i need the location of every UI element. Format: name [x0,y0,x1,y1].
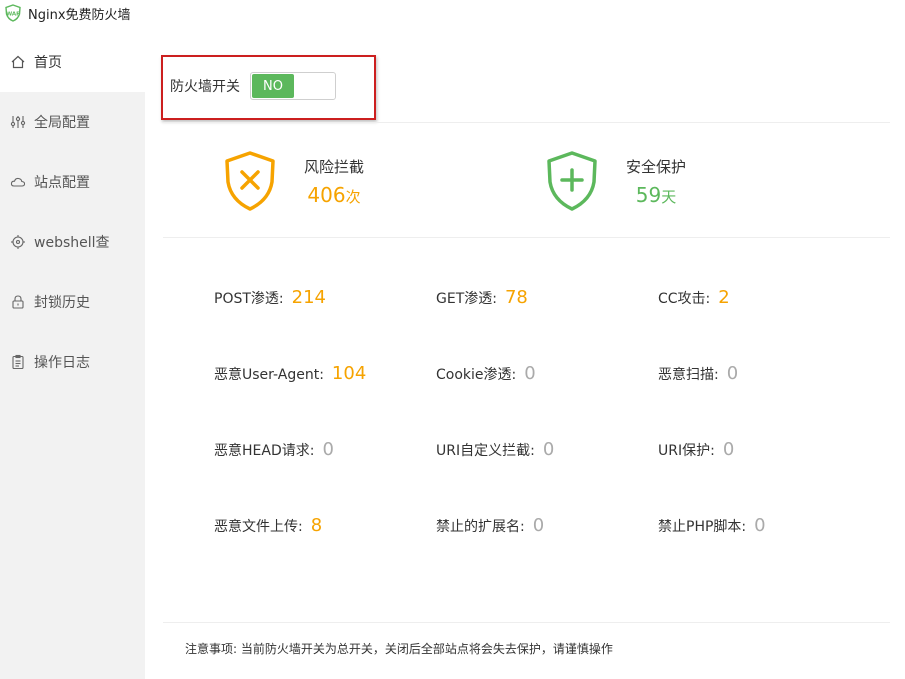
metric-value: 0 [542,439,555,460]
metric-head: 恶意HEAD请求: 0 [214,439,334,460]
metric-cc: CC攻击: 2 [658,287,730,308]
sidebar-item-label: webshell查 [34,235,110,251]
metric-label: URI保护: [658,443,715,459]
metric-uri-protect: URI保护: 0 [658,439,734,460]
sidebar-item-label: 站点配置 [34,175,90,191]
metric-upload: 恶意文件上传: 8 [214,515,322,536]
metric-value: 0 [532,515,545,536]
sidebar: 首页 全局配置 站点配置 webshell查 封锁历史 操作日志 [0,32,145,679]
metric-value: 0 [524,363,536,384]
metric-value: 2 [718,287,730,308]
metric-value: 0 [754,515,766,536]
sidebar-item-label: 全局配置 [34,115,90,131]
logo-text: WAF [6,12,20,18]
metric-value: 0 [322,439,334,460]
metric-label: GET渗透: [436,291,497,307]
firewall-switch-label: 防火墙开关 [170,79,240,95]
sidebar-item-site-config[interactable]: 站点配置 [0,152,145,212]
metric-label: 恶意文件上传: [214,519,303,535]
lock-icon [10,294,26,310]
risk-unit: 次 [345,187,361,206]
shield-x-icon [225,151,275,211]
app-title: Nginx免费防火墙 [28,7,131,23]
warning-note: 注意事项: 当前防火墙开关为总开关，关闭后全部站点将会失去保护，请谨慎操作 [185,642,613,656]
metric-get: GET渗透: 78 [436,287,528,308]
metric-user-agent: 恶意User-Agent: 104 [214,363,366,384]
metric-value: 0 [726,363,739,384]
safe-days: 59 [635,182,662,207]
metric-label: 禁止PHP脚本: [658,519,747,535]
metric-label: 禁止的扩展名: [436,519,525,535]
waf-shield-logo: WAF [5,4,21,22]
firewall-toggle[interactable]: NO [250,72,336,100]
risk-intercept-card: 风险拦截 406次 [222,150,364,212]
metric-label: CC攻击: [658,291,711,307]
safe-unit: 天 [661,187,677,206]
metric-label: 恶意HEAD请求: [214,443,315,459]
divider [163,122,890,123]
metric-post: POST渗透: 214 [214,287,326,308]
risk-count: 406 [307,182,346,207]
title-bar: WAF Nginx免费防火墙 [0,0,905,26]
home-icon [10,54,26,70]
metric-cookie: Cookie渗透: 0 [436,363,536,384]
metric-extension: 禁止的扩展名: 0 [436,515,544,536]
sidebar-item-label: 操作日志 [34,355,90,371]
sidebar-item-label: 首页 [34,55,62,71]
metric-scan: 恶意扫描: 0 [658,363,738,384]
sidebar-item-block-history[interactable]: 封锁历史 [0,272,145,332]
divider [163,237,890,238]
metric-value: 104 [331,363,367,384]
sidebar-item-home[interactable]: 首页 [0,32,145,92]
safe-title: 安全保护 [626,157,687,176]
metric-value: 8 [310,515,323,536]
metric-label: 恶意扫描: [658,367,719,383]
metric-uri-custom: URI自定义拦截: 0 [436,439,554,460]
metric-label: 恶意User-Agent: [214,367,324,383]
metric-value: 214 [291,287,326,308]
risk-title: 风险拦截 [304,157,365,176]
clipboard-icon [10,354,26,370]
sidebar-item-webshell[interactable]: webshell查 [0,212,145,272]
metric-label: Cookie渗透: [436,367,517,383]
main-content [145,32,905,679]
firewall-switch-row: 防火墙开关 NO [170,72,336,100]
cloud-icon [10,174,26,190]
metric-label: POST渗透: [214,291,284,307]
toggle-state-label: NO [252,74,294,98]
sidebar-item-label: 封锁历史 [34,295,90,311]
divider [163,622,890,623]
safe-protection-card: 安全保护 59天 [544,150,686,212]
sliders-icon [10,114,26,130]
metric-value: 78 [504,287,528,308]
target-icon [10,234,26,250]
shield-plus-icon [547,151,597,211]
metric-php: 禁止PHP脚本: 0 [658,515,766,536]
sidebar-item-operation-log[interactable]: 操作日志 [0,332,145,392]
metric-value: 0 [722,439,735,460]
sidebar-item-global-config[interactable]: 全局配置 [0,92,145,152]
metric-label: URI自定义拦截: [436,443,535,459]
